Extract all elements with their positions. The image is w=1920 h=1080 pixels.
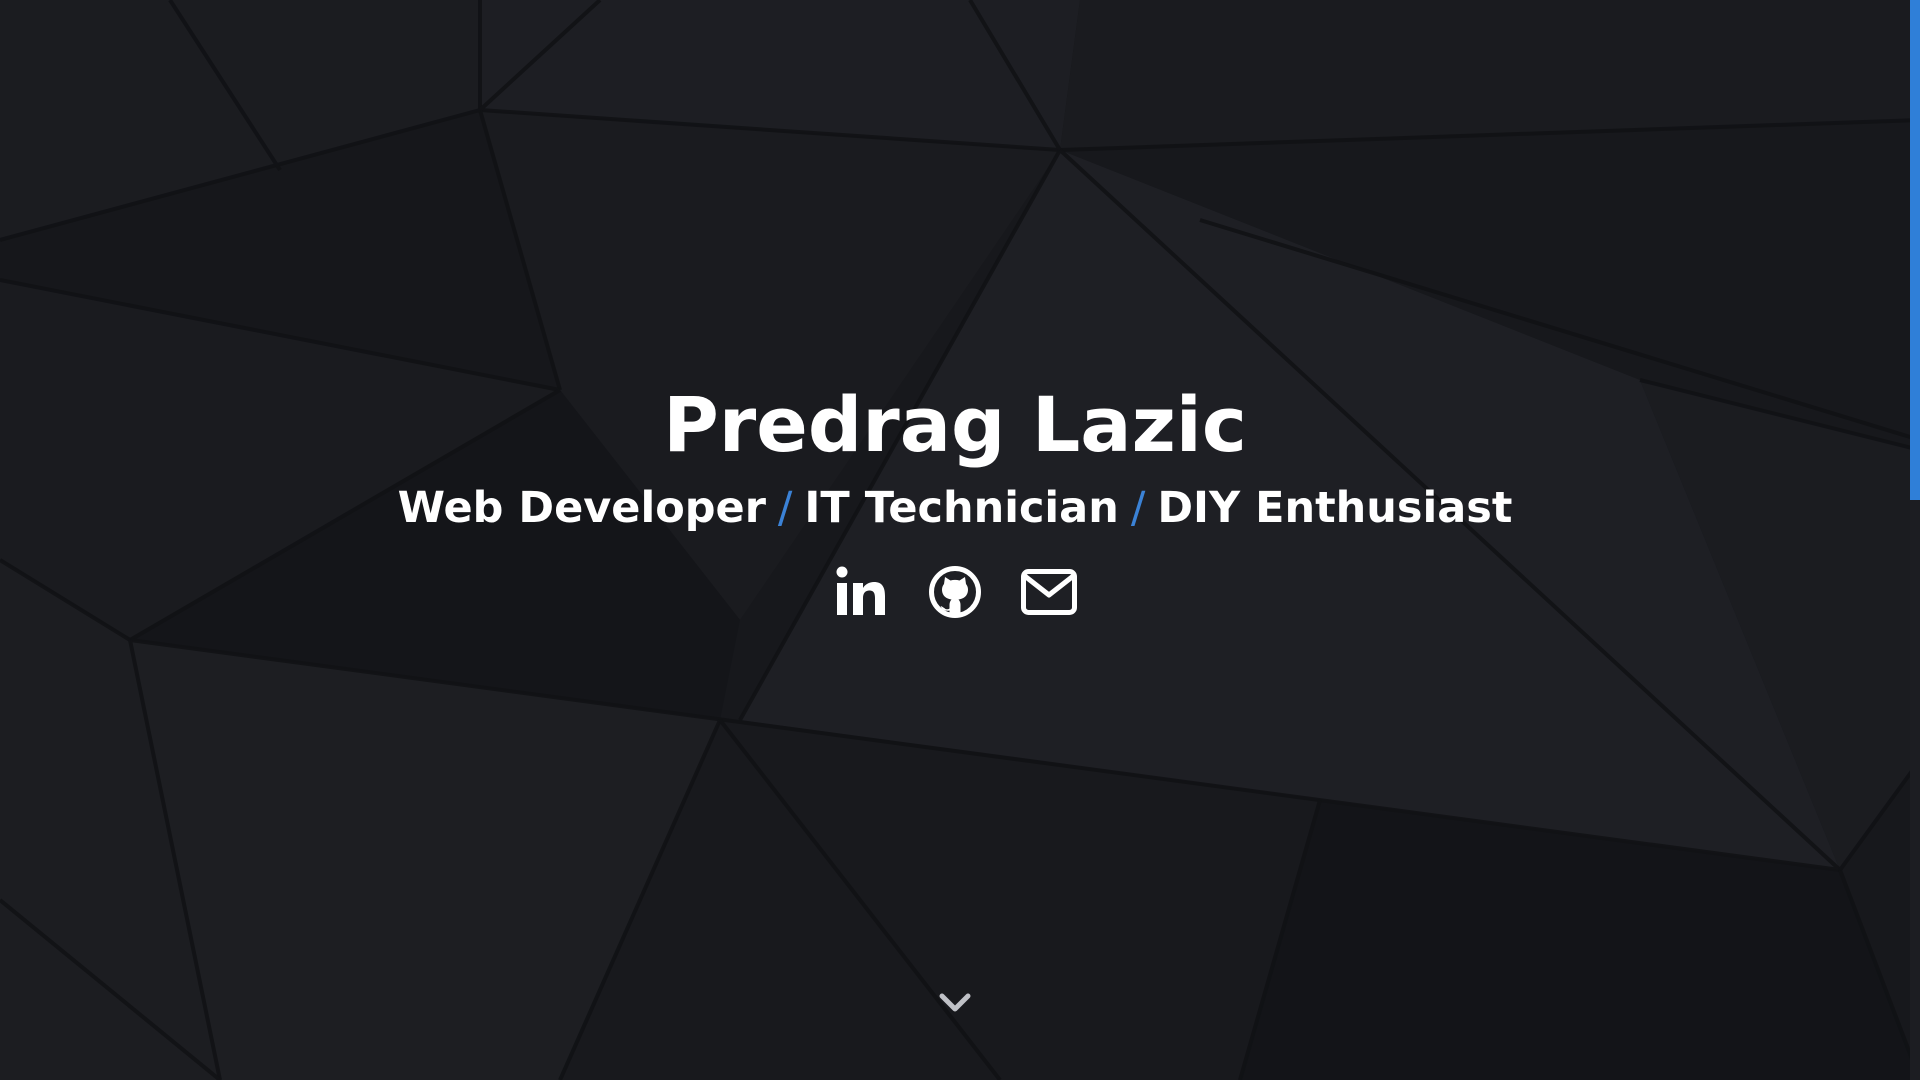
scroll-down-button[interactable] bbox=[936, 988, 974, 1018]
hero-content: Predrag Lazic Web Developer / IT Technicia… bbox=[0, 380, 1910, 622]
linkedin-icon bbox=[836, 566, 885, 615]
scrollbar[interactable] bbox=[1910, 0, 1920, 1080]
role-separator: / bbox=[1130, 483, 1146, 533]
envelope-icon bbox=[1021, 569, 1077, 615]
github-icon bbox=[929, 566, 981, 618]
hero-name: Predrag Lazic bbox=[663, 380, 1247, 469]
email-link[interactable] bbox=[1020, 563, 1078, 621]
role-web-developer: Web Developer bbox=[397, 483, 766, 533]
chevron-down-icon bbox=[939, 993, 971, 1012]
hero-roles: Web Developer / IT Technician / DIY Enthusia… bbox=[0, 480, 1910, 536]
role-diy-enthusiast: DIY Enthusiast bbox=[1157, 483, 1513, 533]
social-links bbox=[0, 562, 1910, 622]
hero-section: Predrag Lazic Web Developer / IT Technicia… bbox=[0, 0, 1920, 1080]
github-link[interactable] bbox=[926, 563, 984, 621]
role-separator: / bbox=[777, 483, 793, 533]
linkedin-link[interactable] bbox=[832, 563, 890, 621]
role-it-technician: IT Technician bbox=[804, 483, 1119, 533]
scrollbar-thumb[interactable] bbox=[1910, 0, 1920, 500]
